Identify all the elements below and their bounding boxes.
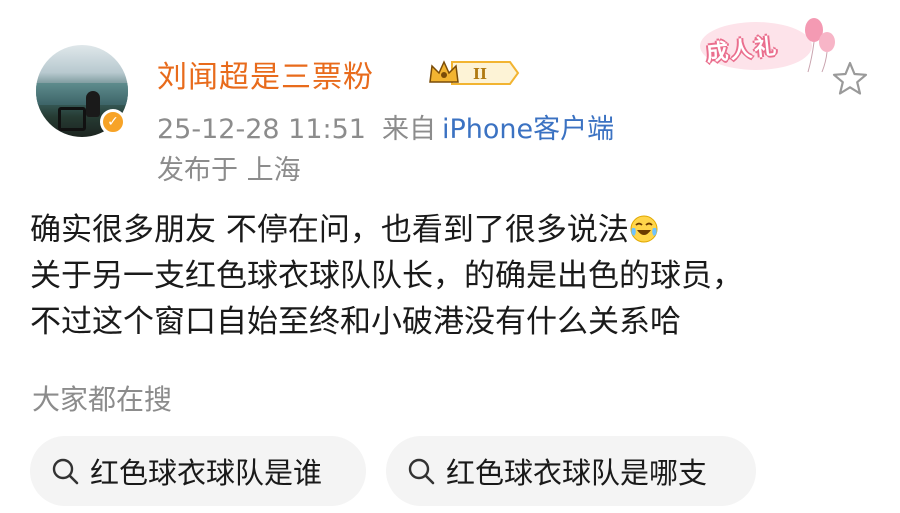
search-icon: [52, 458, 79, 485]
verified-v-icon: ✓: [100, 109, 126, 135]
crying-laughing-emoji-icon: [630, 215, 658, 243]
weibo-post: ✓ 刘闻超是三票粉 II 25-12-28 11:51 来自 iPhone客户端 发…: [0, 0, 900, 513]
star-icon: [832, 61, 868, 95]
content-line: 关于另一支红色球衣球队队长，的确是出色的球员，: [30, 258, 743, 294]
content-line: 确实很多朋友 不停在问，也看到了很多说法: [30, 207, 880, 253]
username[interactable]: 刘闻超是三票粉: [157, 52, 374, 96]
post-timestamp: 25-12-28 11:51: [157, 114, 366, 145]
crown-icon[interactable]: II: [428, 58, 520, 88]
trending-search-heading: 大家都在搜: [32, 383, 173, 416]
search-suggestion-label: 红色球衣球队是谁: [90, 456, 323, 490]
post-meta: 25-12-28 11:51 来自 iPhone客户端: [157, 107, 614, 146]
search-suggestion-label: 红色球衣球队是哪支: [446, 456, 708, 490]
search-suggestion-chip[interactable]: 红色球衣球队是谁: [30, 436, 366, 506]
source-prefix: 来自: [381, 114, 436, 145]
search-suggestion-chip[interactable]: 红色球衣球队是哪支: [386, 436, 756, 506]
coming-of-age-badge: 成人礼: [696, 14, 846, 76]
favorite-button[interactable]: [828, 57, 872, 101]
post-content: 确实很多朋友 不停在问，也看到了很多说法 关于另一支红色球衣球队队长，的确是出色…: [30, 207, 880, 345]
avatar[interactable]: ✓: [36, 45, 128, 137]
fan-level-label: II: [473, 65, 487, 83]
content-line: 不过这个窗口自始至终和小破港没有什么关系哈: [30, 304, 681, 340]
search-icon: [408, 458, 435, 485]
post-location: 发布于 上海: [157, 155, 301, 186]
source-client-link[interactable]: iPhone客户端: [442, 114, 614, 145]
